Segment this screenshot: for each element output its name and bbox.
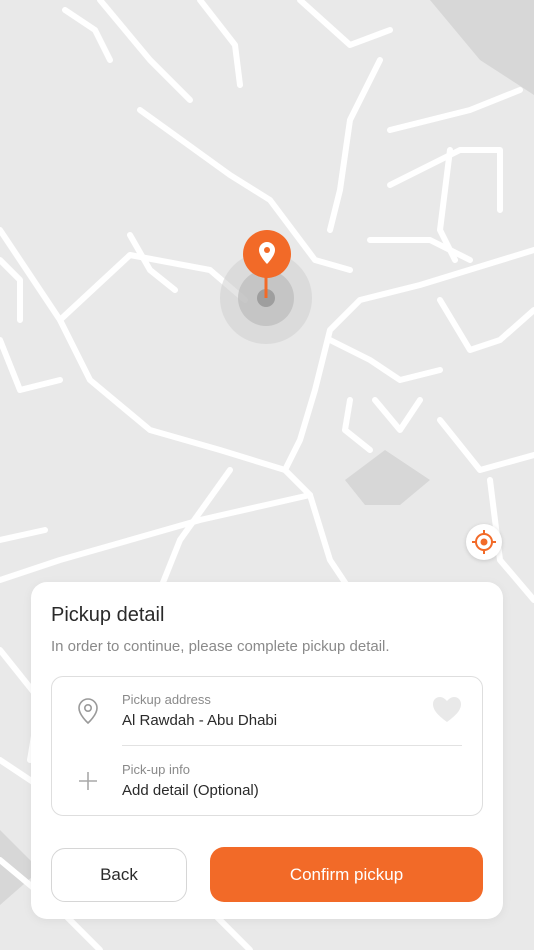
pickup-address-label: Pickup address <box>122 692 211 707</box>
pickup-detail-sheet: Pickup detail In order to continue, plea… <box>31 582 503 919</box>
divider <box>122 745 462 746</box>
sheet-subtitle: In order to continue, please complete pi… <box>51 638 390 655</box>
map-pin-outline-icon <box>74 697 102 725</box>
pickup-detail-box: Pickup address Al Rawdah - Abu Dhabi Pic… <box>51 676 483 816</box>
crosshair-target-icon <box>472 530 496 554</box>
heart-icon[interactable] <box>432 695 462 725</box>
pickup-info-value: Add detail (Optional) <box>122 782 259 799</box>
plus-icon <box>74 767 102 795</box>
sheet-title: Pickup detail <box>51 604 165 626</box>
pickup-address-value: Al Rawdah - Abu Dhabi <box>122 712 278 729</box>
locate-me-button[interactable] <box>466 524 502 560</box>
confirm-pickup-button[interactable]: Confirm pickup <box>210 847 483 902</box>
back-button[interactable]: Back <box>51 848 187 902</box>
pickup-info-label: Pick-up info <box>122 762 190 777</box>
